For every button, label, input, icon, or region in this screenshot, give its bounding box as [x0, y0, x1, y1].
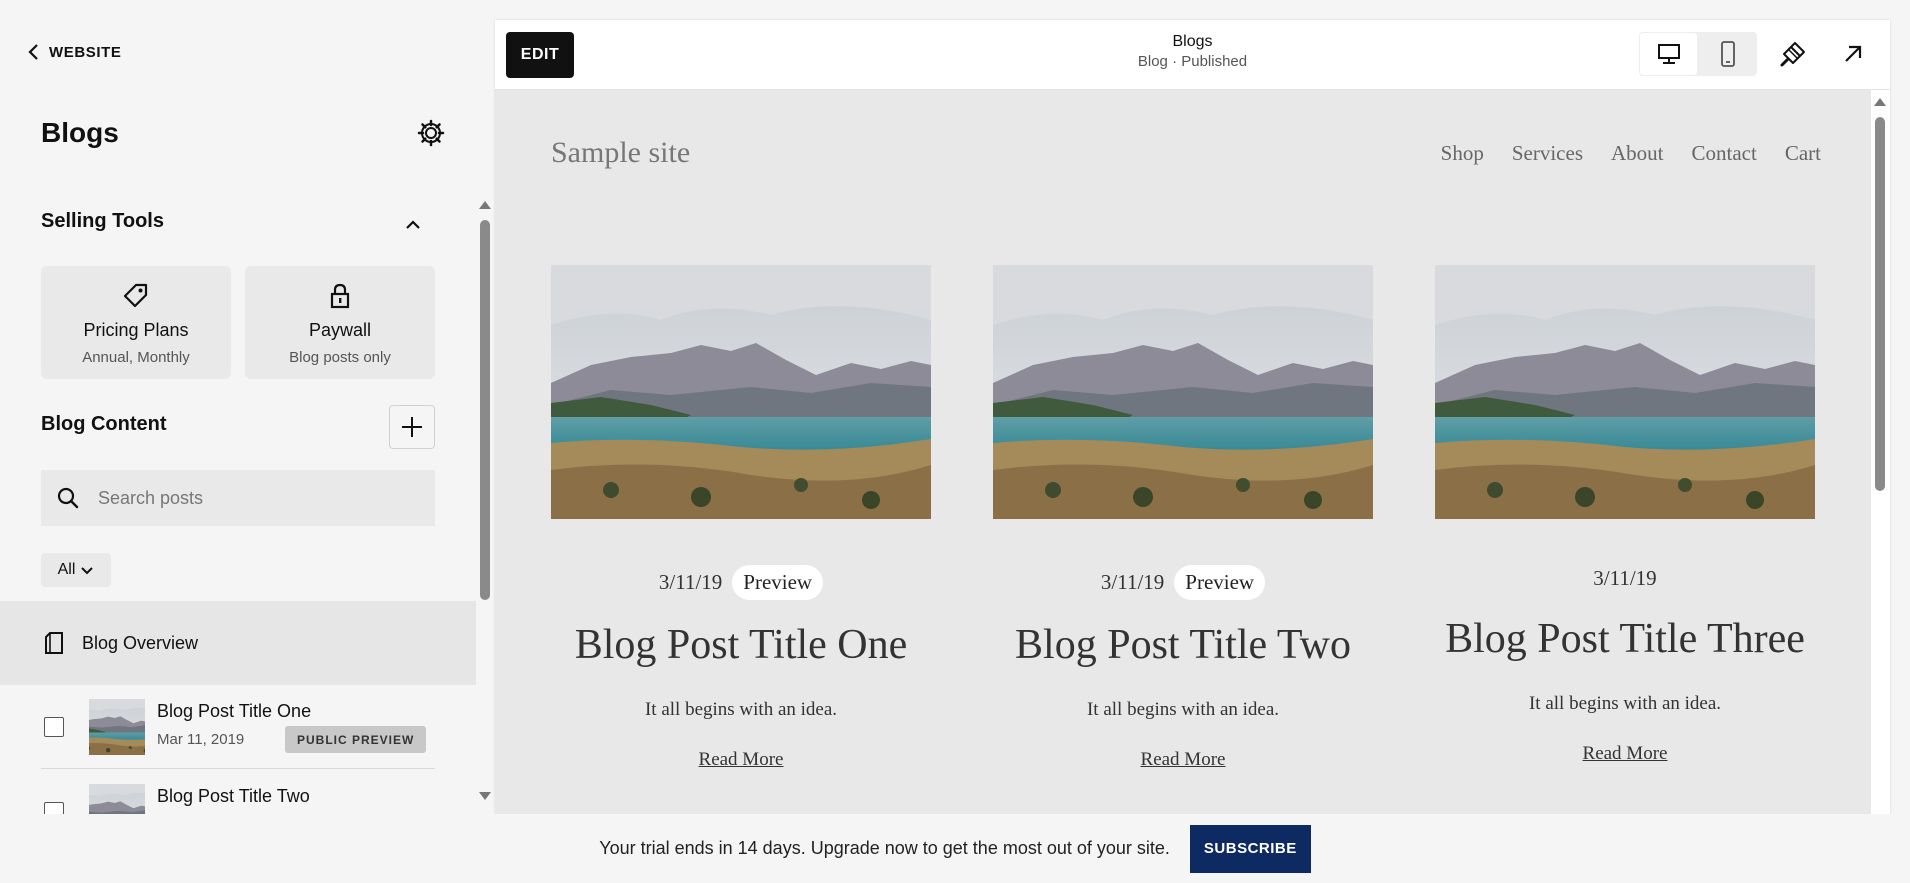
blog-post-card: 3/11/19 Blog Post Title Three It all beg… — [1435, 265, 1815, 765]
page-icon — [45, 632, 63, 654]
paywall-subtitle: Blog posts only — [289, 349, 391, 366]
post-checkbox[interactable] — [44, 717, 64, 737]
mobile-view-button[interactable] — [1698, 32, 1757, 76]
blog-post-excerpt: It all begins with an idea. — [644, 699, 838, 720]
site-nav-cart[interactable]: Cart — [1785, 141, 1821, 166]
back-to-website-link[interactable]: WEBSITE — [27, 43, 122, 61]
scroll-down-arrow-icon[interactable] — [479, 792, 491, 800]
blog-post-excerpt: It all begins with an idea. — [1086, 699, 1280, 720]
chevron-left-icon — [28, 44, 38, 60]
blog-post-title[interactable]: Blog Post Title Three — [1435, 615, 1815, 663]
desktop-icon — [1657, 44, 1680, 64]
mobile-icon — [1720, 41, 1735, 67]
panel-title: Blogs — [41, 117, 119, 148]
blog-content-heading: Blog Content — [41, 413, 167, 435]
post-thumbnail — [89, 784, 145, 814]
site-nav-about[interactable]: About — [1611, 141, 1664, 166]
site-logo[interactable]: Sample site — [551, 136, 690, 170]
preview-badge[interactable]: Preview — [732, 564, 824, 600]
subscribe-button[interactable]: SUBSCRIBE — [1189, 824, 1311, 873]
site-nav-shop[interactable]: Shop — [1441, 141, 1484, 166]
scroll-up-arrow-icon[interactable] — [1874, 98, 1886, 106]
site-nav-contact[interactable]: Contact — [1692, 141, 1757, 166]
desktop-view-button[interactable] — [1639, 32, 1698, 76]
lock-icon — [330, 283, 350, 309]
paywall-card[interactable]: Paywall Blog posts only — [245, 266, 435, 379]
post-date: Mar 11, 2019 — [157, 731, 245, 748]
preview-scrollbar[interactable] — [1871, 90, 1890, 814]
blog-post-image[interactable] — [551, 265, 931, 519]
site-preview: Sample site Shop Services About Contact … — [495, 90, 1871, 814]
blog-post-card: 3/11/19 Preview Blog Post Title Two It a… — [993, 265, 1373, 771]
left-panel: WEBSITE Blogs Selling Tools Pricing Plan… — [0, 0, 476, 814]
blog-overview-label: Blog Overview — [82, 632, 199, 653]
filter-dropdown[interactable]: All — [41, 553, 111, 587]
collapse-selling-tools-button[interactable] — [400, 212, 426, 238]
left-panel-scrollbar[interactable] — [476, 196, 494, 806]
blog-overview-item[interactable]: Blog Overview — [0, 601, 476, 685]
add-post-button[interactable] — [389, 405, 435, 449]
paywall-title: Paywall — [308, 320, 372, 340]
gear-icon — [417, 119, 445, 147]
settings-button[interactable] — [416, 118, 446, 148]
blog-post-excerpt: It all begins with an idea. — [1528, 693, 1722, 714]
status-badge: PUBLIC PREVIEW — [285, 726, 427, 753]
device-toggle — [1639, 32, 1757, 76]
blog-post-title[interactable]: Blog Post Title Two — [993, 621, 1373, 669]
post-title: Blog Post Title One — [157, 701, 312, 721]
search-posts-box — [41, 470, 435, 526]
blog-post-date: 3/11/19 — [1100, 569, 1165, 594]
post-checkbox[interactable] — [44, 802, 64, 814]
post-thumbnail — [89, 699, 145, 755]
preview-topbar: EDIT Blogs Blog · Published — [495, 20, 1890, 90]
site-nav: Shop Services About Contact Cart — [1441, 141, 1821, 166]
trial-message: Your trial ends in 14 days. Upgrade now … — [599, 838, 1170, 858]
selling-tools-heading: Selling Tools — [41, 210, 164, 232]
post-list-item[interactable]: Blog Post Title Two — [41, 770, 435, 814]
pricing-plans-subtitle: Annual, Monthly — [82, 349, 190, 366]
blog-post-image[interactable] — [993, 265, 1373, 519]
pricing-plans-title: Pricing Plans — [83, 320, 189, 340]
site-preview-frame: EDIT Blogs Blog · Published Sample site … — [495, 20, 1890, 814]
tag-icon — [123, 283, 148, 308]
scroll-up-arrow-icon[interactable] — [479, 201, 491, 209]
arrow-up-right-icon — [1845, 45, 1862, 62]
blog-post-meta: 3/11/19 Preview — [551, 563, 931, 601]
preview-badge[interactable]: Preview — [1174, 564, 1266, 600]
search-icon — [57, 487, 79, 509]
post-list-item[interactable]: Blog Post Title One Mar 11, 2019 PUBLIC … — [41, 685, 435, 769]
chevron-up-icon — [406, 220, 420, 229]
trial-banner: Your trial ends in 14 days. Upgrade now … — [0, 814, 1910, 883]
post-title: Blog Post Title Two — [157, 786, 310, 806]
read-more-link[interactable]: Read More — [699, 749, 784, 770]
blog-post-title[interactable]: Blog Post Title One — [551, 621, 931, 669]
filter-label: All — [57, 561, 76, 578]
paintbrush-icon — [1780, 42, 1805, 67]
blog-post-image[interactable] — [1435, 265, 1815, 519]
blog-post-card: 3/11/19 Preview Blog Post Title One It a… — [551, 265, 931, 771]
read-more-link[interactable]: Read More — [1141, 749, 1226, 770]
search-posts-input[interactable] — [96, 486, 416, 510]
scrollbar-thumb[interactable] — [480, 220, 490, 600]
site-nav-services[interactable]: Services — [1512, 141, 1583, 166]
blog-post-date: 3/11/19 — [1593, 565, 1657, 590]
open-in-new-tab-button[interactable] — [1835, 36, 1871, 72]
plus-icon — [402, 417, 422, 437]
back-link-label: WEBSITE — [49, 43, 122, 61]
chevron-down-icon — [81, 566, 94, 574]
pricing-plans-card[interactable]: Pricing Plans Annual, Monthly — [41, 266, 231, 379]
blog-post-meta: 3/11/19 Preview — [993, 563, 1373, 601]
scrollbar-thumb[interactable] — [1875, 117, 1885, 491]
site-styles-button[interactable] — [1775, 36, 1811, 72]
blog-post-meta: 3/11/19 — [1435, 559, 1815, 597]
blog-post-date: 3/11/19 — [658, 569, 723, 594]
read-more-link[interactable]: Read More — [1583, 743, 1668, 764]
